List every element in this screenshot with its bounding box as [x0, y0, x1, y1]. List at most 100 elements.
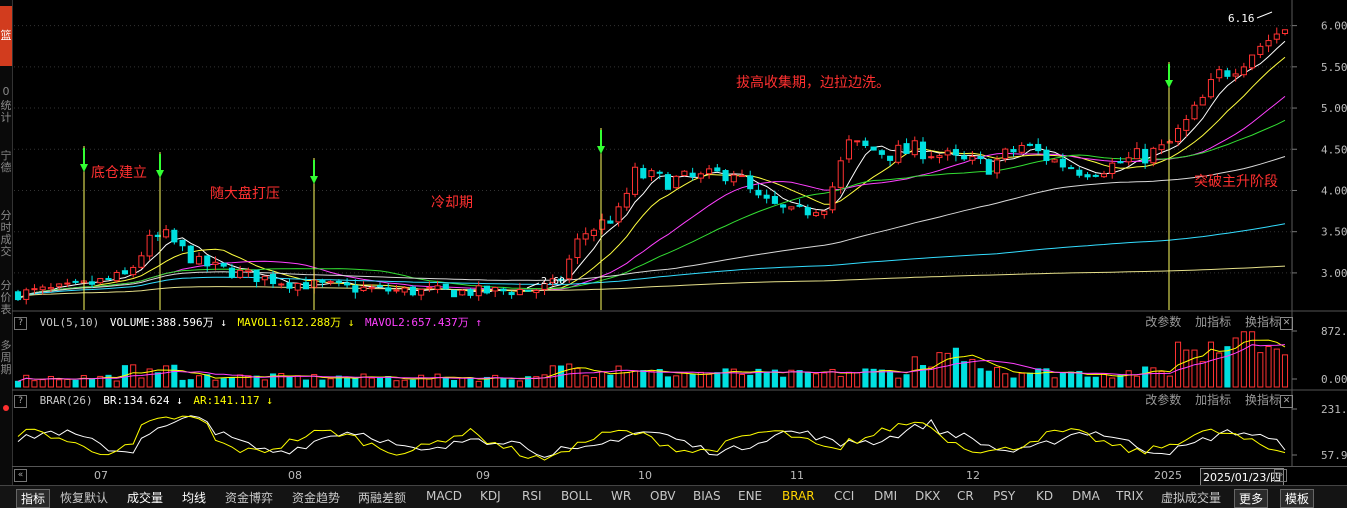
candle-body	[278, 283, 285, 286]
tab-kdj[interactable]: KDJ	[480, 489, 501, 503]
candle-body	[1273, 33, 1280, 40]
tab-wr[interactable]: WR	[611, 489, 631, 503]
candle-body	[269, 273, 277, 285]
candle-body	[1076, 169, 1083, 176]
brar-params-link[interactable]: 改参数	[1145, 393, 1181, 407]
volume-bar	[1068, 371, 1075, 388]
candle-body	[516, 288, 523, 296]
candle-body	[1117, 161, 1124, 164]
candle-body	[442, 283, 449, 290]
volume-bar	[763, 371, 770, 388]
tab-cr[interactable]: CR	[957, 489, 974, 503]
tab-dma[interactable]: DMA	[1072, 489, 1100, 503]
tab-fund-trend[interactable]: 资金趋势	[292, 489, 340, 506]
candle-body	[319, 279, 326, 283]
tab-macd[interactable]: MACD	[426, 489, 462, 503]
volume-bar	[854, 372, 861, 388]
candle-body	[631, 166, 639, 195]
tab-margin-diff[interactable]: 两融差额	[358, 489, 406, 506]
brar-add-link[interactable]: 加指标	[1195, 393, 1231, 407]
scroll-right-icon[interactable]: »	[1274, 469, 1287, 482]
volume-bar	[434, 373, 441, 388]
candle-body	[936, 155, 943, 159]
vol-panel-links: 改参数 加指标 换指标	[1135, 314, 1281, 331]
vol-switch-link[interactable]: 换指标	[1245, 315, 1281, 329]
volume-bar	[738, 373, 746, 388]
vol-help-icon[interactable]: ?	[14, 316, 27, 330]
tab-kd[interactable]: KD	[1036, 489, 1053, 503]
tab-boll[interactable]: BOLL	[561, 489, 592, 503]
brar-switch-link[interactable]: 换指标	[1245, 393, 1281, 407]
tab-ma[interactable]: 均线	[182, 489, 206, 506]
tab-brar[interactable]: BRAR	[782, 489, 815, 503]
candle-body	[854, 140, 861, 143]
candle-body	[673, 175, 680, 189]
candle-body	[525, 289, 532, 292]
volume-bar	[911, 356, 918, 388]
candle-body	[335, 280, 342, 283]
tab-dmi[interactable]: DMI	[874, 489, 897, 503]
tab-template[interactable]: 模板	[1280, 489, 1315, 508]
candle-body	[944, 150, 951, 156]
candle-body	[179, 239, 186, 247]
tab-psy[interactable]: PSY	[993, 489, 1015, 503]
volume-bar	[163, 365, 170, 388]
tab-volume[interactable]: 成交量	[127, 489, 163, 506]
candle-body	[812, 212, 820, 217]
tab-restore-default[interactable]: 恢复默认	[60, 489, 108, 506]
volume-bar	[664, 376, 672, 388]
candle-body	[1249, 54, 1256, 69]
volume-bar	[961, 361, 968, 388]
vol-add-link[interactable]: 加指标	[1195, 315, 1231, 329]
volume-bar	[706, 373, 713, 388]
tab-more[interactable]: 更多	[1234, 489, 1269, 508]
tab-fund-game[interactable]: 资金博弈	[225, 489, 273, 506]
marker-breakout-arrowhead-icon	[1165, 80, 1173, 88]
candle-body	[492, 287, 499, 292]
candle-body	[689, 172, 696, 178]
candle-body	[418, 288, 425, 296]
candle-body	[352, 285, 359, 293]
vol-down-arrow-icon: ↓	[220, 316, 227, 329]
candle-body	[582, 233, 589, 240]
candle-body	[508, 292, 515, 296]
volume-bar	[969, 358, 976, 388]
tab-bias[interactable]: BIAS	[693, 489, 721, 503]
candle-body	[146, 234, 153, 257]
candle-body	[1100, 173, 1108, 178]
tab-obv[interactable]: OBV	[650, 489, 676, 503]
candle-body	[1026, 143, 1034, 146]
candle-body	[607, 220, 614, 224]
candle-body	[829, 186, 836, 211]
brar-close-icon[interactable]: ✕	[1280, 395, 1293, 408]
volume-bar	[294, 375, 301, 388]
candle-body	[450, 289, 458, 298]
volume-bar	[195, 375, 203, 388]
volume-bar	[409, 379, 416, 388]
tab-rsi[interactable]: RSI	[522, 489, 542, 503]
tab-dkx[interactable]: DKX	[915, 489, 940, 503]
scroll-left-icon[interactable]: «	[14, 469, 27, 482]
tab-indicator[interactable]: 指标	[16, 489, 51, 508]
volume-bar	[557, 365, 565, 388]
candle-body	[1018, 144, 1025, 153]
candle-body	[187, 245, 194, 264]
brar-help-icon[interactable]: ?	[14, 394, 27, 408]
vol-params-link[interactable]: 改参数	[1145, 315, 1181, 329]
candle-body	[1059, 158, 1066, 168]
price-tick-label: 6.00	[1321, 20, 1347, 33]
volume-bar	[1133, 375, 1140, 388]
vol-close-icon[interactable]: ✕	[1280, 317, 1293, 330]
candle-body	[903, 143, 910, 154]
candle-body	[409, 286, 416, 296]
tab-ene[interactable]: ENE	[738, 489, 762, 503]
brar-br-arrow-icon: ↓	[176, 394, 183, 407]
candle-body	[88, 281, 96, 285]
candle-body	[113, 271, 120, 282]
volume-bar	[615, 365, 622, 388]
tab-trix[interactable]: TRIX	[1116, 489, 1143, 503]
tab-cci[interactable]: CCI	[834, 489, 854, 503]
volume-bar	[887, 370, 894, 388]
candle-body	[1240, 66, 1247, 76]
tab-virtual-volume[interactable]: 虚拟成交量	[1161, 489, 1221, 506]
